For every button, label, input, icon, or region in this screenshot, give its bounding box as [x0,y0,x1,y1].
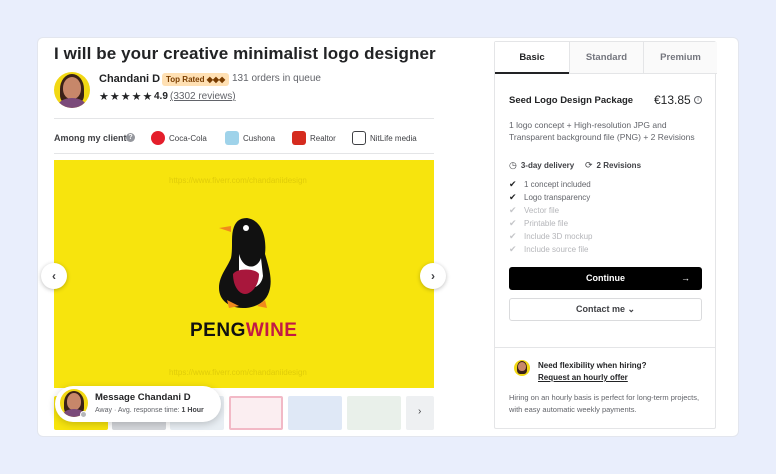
check-icon: ✔ [509,231,517,241]
thumbnail[interactable] [288,396,342,430]
cushona-logo-icon [225,131,239,145]
feature-item: ✔ Include source file [509,244,589,254]
message-seller-card[interactable]: Message Chandani D Away · Avg. response … [55,386,221,422]
tab-premium[interactable]: Premium [643,42,717,74]
gallery-prev-button[interactable]: ‹ [41,263,67,289]
check-icon: ✔ [509,192,517,202]
feature-item: ✔ Include 3D mockup [509,231,593,241]
client-nitlife: NitLife media [352,130,417,146]
client-realtor: Realtor [292,130,336,146]
package-price: €13.85 [654,93,691,107]
seller-avatar[interactable] [54,72,90,108]
clients-label: Among my clients [54,133,132,143]
gig-title: I will be your creative minimalist logo … [54,44,436,63]
watermark: https://www.fiverr.com/chandaniidesign [169,368,307,377]
divider [54,153,434,154]
client-cushona: Cushona [225,130,275,146]
feature-item: ✔ 1 concept included [509,179,591,189]
contact-me-button[interactable]: Contact me ⌄ [509,298,702,321]
revisions-count: ⟳ 2 Revisions [585,160,642,170]
away-status-dot [80,411,87,418]
feature-item: ✔ Logo transparency [509,192,591,202]
check-icon: ✔ [509,205,517,215]
help-icon[interactable]: ? [126,133,135,142]
delivery-time: ◷ 3-day delivery [509,160,575,170]
feature-item: ✔ Printable file [509,218,569,228]
hourly-offer-link[interactable]: Request an hourly offer [538,373,628,382]
brand-wordmark: PENGWINE [190,320,298,341]
rating-stars-icon: ★★★★★ [99,91,154,103]
package-panel: Basic Standard Premium Seed Logo Design … [494,41,717,429]
watermark: https://www.fiverr.com/chandaniidesign [169,176,307,185]
gallery-main-image[interactable]: https://www.fiverr.com/chandaniidesign P… [54,160,434,388]
feature-item: ✔ Vector file [509,205,560,215]
info-icon[interactable]: i [694,96,702,104]
tab-standard[interactable]: Standard [569,42,643,74]
tab-basic[interactable]: Basic [495,42,569,74]
package-description: 1 logo concept + High-resolution JPG and… [509,120,695,142]
thumbnail[interactable] [229,396,283,430]
coca-cola-logo-icon [151,131,165,145]
seller-name[interactable]: Chandani D [99,73,160,85]
reviews-link[interactable]: (3302 reviews) [170,91,236,102]
check-icon: ✔ [509,244,517,254]
orders-in-queue: 131 orders in queue [232,73,321,84]
nitlife-logo-icon [352,131,366,145]
seller-avatar [514,360,530,376]
refresh-icon: ⟳ [585,160,593,170]
thumbs-next-icon[interactable]: › [418,406,421,417]
divider [54,118,434,119]
clock-icon: ◷ [509,160,517,170]
client-coca-cola: Coca-Cola [151,130,207,146]
realtor-logo-icon [292,131,306,145]
check-icon: ✔ [509,179,517,189]
message-title: Message Chandani D [95,392,191,403]
check-icon: ✔ [509,218,517,228]
gallery-next-button[interactable]: › [420,263,446,289]
message-status: Away · Avg. response time: 1 Hour [95,407,204,414]
hourly-description: Hiring on an hourly basis is perfect for… [509,393,700,414]
arrow-right-icon: → [681,273,690,283]
divider [495,347,715,348]
hourly-question: Need flexibility when hiring? [538,361,647,370]
gig-card: I will be your creative minimalist logo … [37,37,739,437]
continue-button[interactable]: Continue → [509,267,702,290]
top-rated-badge: Top Rated ◆◆◆ [162,73,230,86]
penguin-wine-logo-icon [219,218,271,308]
package-name: Seed Logo Design Package [509,95,634,106]
rating-value: 4.9 [154,91,168,102]
thumbnail[interactable] [347,396,401,430]
